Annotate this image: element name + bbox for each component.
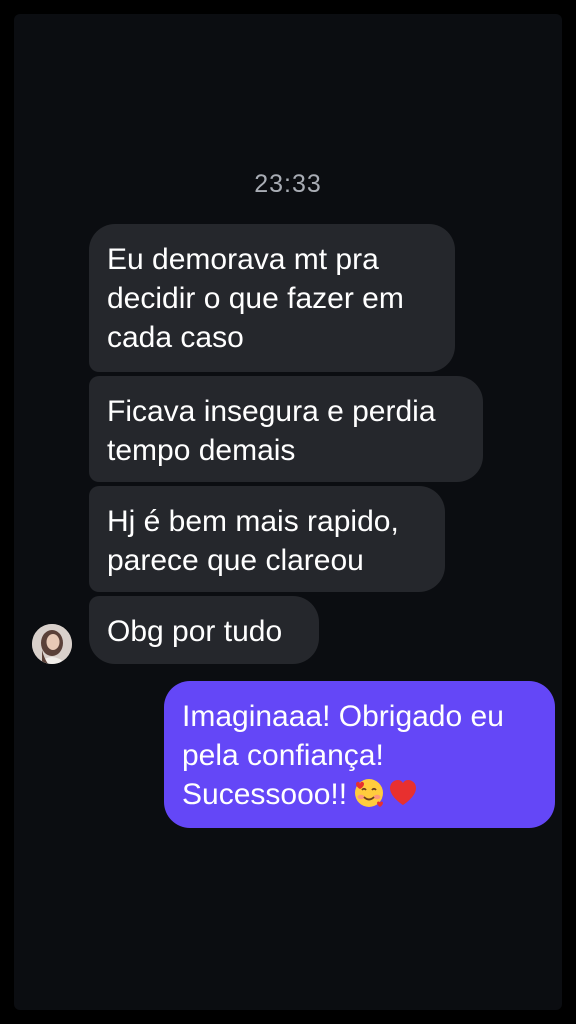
incoming-message-bubble[interactable]: Hj é bem mais rapido, parece que clareou — [89, 486, 445, 592]
chat-screen: 23:33 Eu demorava mt pra decidir o que f… — [0, 0, 576, 1024]
incoming-message-bubble[interactable]: Ficava insegura e perdia tempo demais — [89, 376, 483, 482]
smiling-face-with-hearts-icon — [353, 777, 385, 809]
incoming-message-bubble[interactable]: Obg por tudo — [89, 596, 319, 664]
red-heart-icon — [387, 777, 419, 809]
outgoing-message-bubble[interactable]: Imaginaaa! Obrigado eu pela confiança! S… — [164, 681, 555, 828]
avatar-image — [32, 624, 72, 664]
incoming-message-bubble[interactable]: Eu demorava mt pra decidir o que fazer e… — [89, 224, 455, 372]
message-timestamp: 23:33 — [254, 170, 322, 198]
sender-avatar[interactable] — [32, 624, 72, 664]
outgoing-message-text: Imaginaaa! Obrigado eu pela confiança! S… — [182, 700, 504, 811]
